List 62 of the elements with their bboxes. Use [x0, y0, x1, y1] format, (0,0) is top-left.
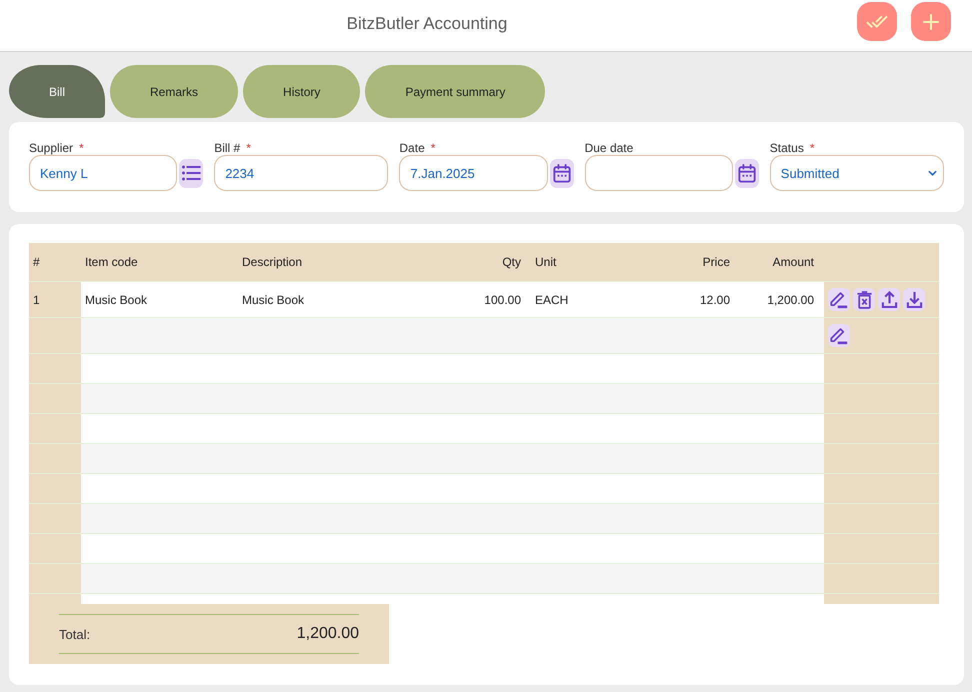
- total-label: Total:: [59, 626, 90, 642]
- edit-button[interactable]: [828, 288, 850, 311]
- delete-button[interactable]: [853, 288, 875, 311]
- input-field[interactable]: Kenny L: [29, 155, 178, 191]
- table-cell: 1,200.00: [767, 292, 814, 306]
- date-field[interactable]: 7.Jan.2025: [399, 155, 548, 191]
- row-number-cell: [29, 504, 81, 533]
- row-number-cell: [29, 444, 81, 473]
- required-marker: *: [79, 141, 84, 155]
- column-header: Price: [702, 255, 730, 269]
- pencil-icon: [830, 290, 848, 308]
- table-cell: EACH: [535, 292, 568, 306]
- tab[interactable]: Remarks: [110, 65, 238, 118]
- row-number: 1: [33, 292, 40, 306]
- row-number-cell: [29, 474, 81, 503]
- table-cell: 100.00: [484, 292, 521, 306]
- field-label: Status: [770, 141, 804, 155]
- total-value: 1,200.00: [296, 625, 359, 643]
- required-marker: *: [430, 141, 436, 155]
- calendar-icon: [552, 164, 571, 182]
- calendar-button[interactable]: [734, 158, 759, 188]
- row-number-cell: [29, 414, 81, 443]
- plus-icon: [923, 14, 939, 30]
- download-button[interactable]: [903, 288, 925, 311]
- row-number-cell: [29, 564, 81, 593]
- calendar-icon: [738, 164, 756, 182]
- list-button[interactable]: [179, 158, 204, 188]
- column-header: Qty: [502, 255, 521, 269]
- upload-button[interactable]: [878, 288, 900, 311]
- field-label: Date: [399, 141, 425, 155]
- app-title: BitzButler Accounting: [346, 14, 508, 34]
- double-check-icon: [866, 14, 888, 30]
- table-cell: Music Book: [242, 292, 304, 306]
- row-number-cell: [29, 534, 81, 563]
- tab[interactable]: Bill: [9, 65, 106, 118]
- tab[interactable]: History: [243, 65, 360, 118]
- date-field[interactable]: [584, 155, 733, 191]
- download-icon: [906, 291, 922, 308]
- calendar-button[interactable]: [550, 158, 574, 188]
- trash-icon: [856, 290, 872, 308]
- field-label: Supplier: [29, 141, 74, 155]
- required-marker: *: [246, 141, 251, 155]
- chevron-icon: [928, 170, 937, 176]
- column-header: Item code: [85, 255, 138, 269]
- select-field[interactable]: Submitted: [770, 155, 944, 191]
- edit-button[interactable]: [828, 324, 850, 347]
- column-header: Amount: [772, 255, 814, 269]
- column-header: Unit: [535, 255, 556, 269]
- row-number-cell: [29, 384, 81, 413]
- table-cell: Music Book: [85, 292, 148, 306]
- pencil-icon: [830, 326, 848, 344]
- tab[interactable]: Payment summary: [365, 65, 546, 118]
- field-label: Bill #: [214, 141, 240, 155]
- table-cell: 12.00: [700, 292, 730, 306]
- upload-icon: [880, 291, 898, 308]
- column-header: #: [33, 255, 40, 269]
- input-field[interactable]: 2234: [214, 155, 388, 191]
- field-label: Due date: [584, 141, 634, 155]
- list-icon: [182, 165, 201, 181]
- column-header: Description: [242, 255, 302, 269]
- row-number-cell: [29, 354, 81, 383]
- required-marker: *: [810, 141, 814, 155]
